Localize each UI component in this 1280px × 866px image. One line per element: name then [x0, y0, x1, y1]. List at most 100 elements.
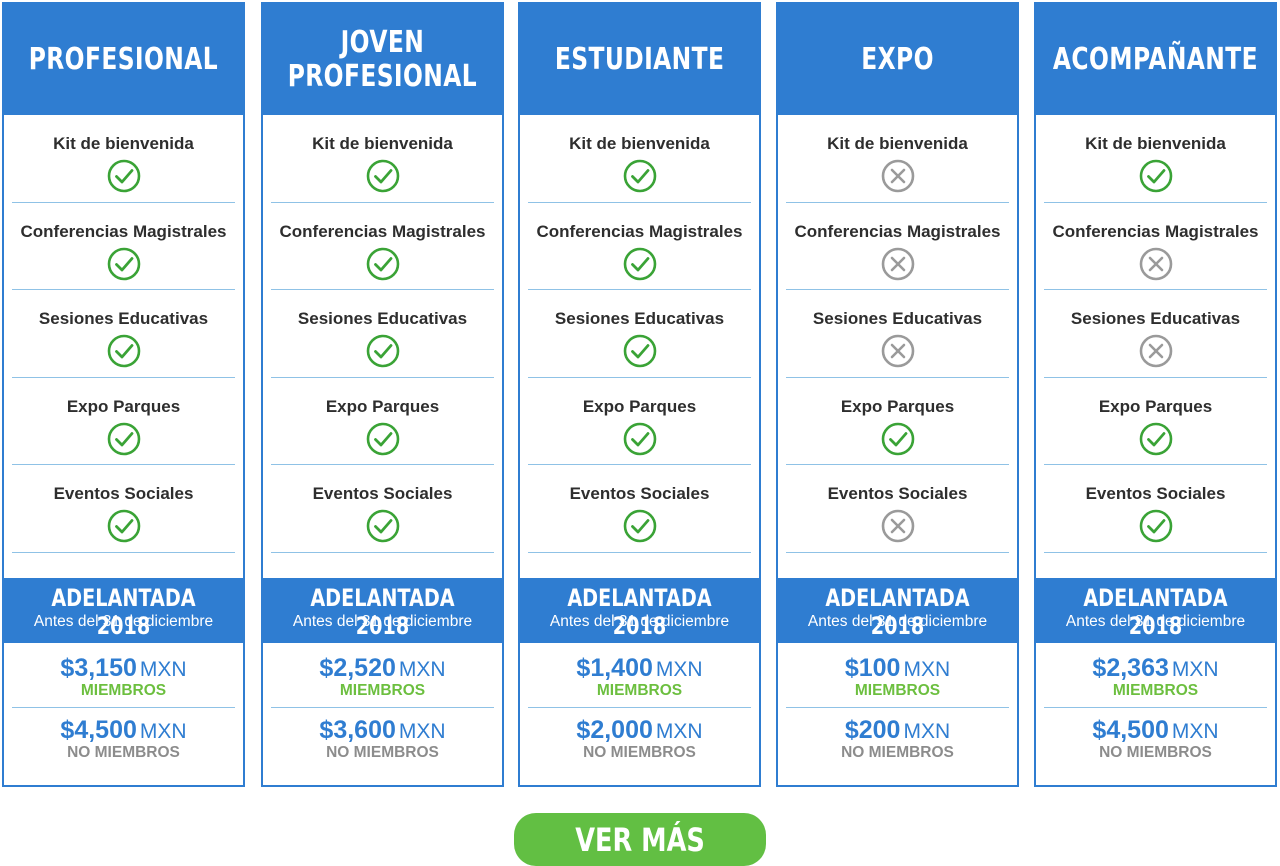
check-circle-icon [623, 247, 657, 281]
feature-row: Conferencias Magistrales [263, 203, 502, 291]
feature-label: Sesiones Educativas [812, 309, 983, 329]
nonmember-price-block: $4,500 MXN NO MIEMBROS [1036, 705, 1275, 767]
currency-label: MXN [1171, 720, 1219, 743]
member-price: $1,400 [576, 654, 653, 682]
check-circle-icon [366, 422, 400, 456]
feature-label: Expo Parques [582, 396, 697, 416]
feature-list: Kit de bienvenida Conferencias Magistrale… [263, 115, 502, 553]
check-circle-icon [623, 159, 657, 193]
member-price: $2,520 [319, 654, 396, 682]
early-bird-band: ADELANTADA 2018 Antes del 31 de diciembre [778, 578, 1017, 643]
plan-title: JOVEN PROFESIONAL [287, 24, 478, 94]
feature-row: Kit de bienvenida [263, 115, 502, 203]
member-label: MIEMBROS [854, 682, 941, 699]
nonmember-label: NO MIEMBROS [841, 744, 954, 761]
feature-label: Sesiones Educativas [554, 309, 725, 329]
feature-label: Kit de bienvenida [53, 134, 194, 153]
check-circle-icon [623, 509, 657, 543]
nonmember-price-block: $4,500 MXN NO MIEMBROS [4, 705, 243, 767]
plan-card: ACOMPAÑANTE Kit de bienvenida Conferencias… [1034, 2, 1277, 787]
band-subtitle: Antes del 31 de diciembre [33, 613, 214, 630]
check-circle-icon [107, 334, 141, 368]
currency-label: MXN [655, 658, 703, 681]
feature-label: Expo Parques [840, 396, 955, 416]
ver-mas-button[interactable]: VER MÁS [514, 813, 766, 866]
early-bird-band: ADELANTADA 2018 Antes del 31 de diciembre [520, 578, 759, 643]
price-list: $3,150 MXN MIEMBROS $4,500 MXN NO MIEMBROS [4, 643, 243, 767]
currency-label: MXN [655, 720, 703, 743]
cross-circle-icon [1139, 334, 1173, 368]
plan-title: PROFESIONAL [28, 41, 219, 77]
member-price: $2,363 [1092, 654, 1169, 682]
currency-label: MXN [398, 720, 446, 743]
feature-row: Conferencias Magistrales [4, 203, 243, 291]
member-label: MIEMBROS [339, 682, 426, 699]
plan-title: EXPO [861, 41, 934, 77]
divider [12, 551, 235, 553]
plan-card: PROFESIONAL Kit de bienvenida Conferencias… [2, 2, 245, 787]
feature-row: Expo Parques [263, 378, 502, 466]
check-circle-icon [107, 159, 141, 193]
nonmember-label: NO MIEMBROS [583, 744, 696, 761]
plan-header: ACOMPAÑANTE [1036, 4, 1275, 115]
nonmember-price-block: $3,600 MXN NO MIEMBROS [263, 705, 502, 767]
member-label: MIEMBROS [596, 682, 683, 699]
feature-label: Kit de bienvenida [569, 134, 710, 153]
feature-row: Sesiones Educativas [520, 290, 759, 378]
feature-label: Eventos Sociales [53, 484, 194, 504]
check-circle-icon [366, 509, 400, 543]
feature-row: Kit de bienvenida [520, 115, 759, 203]
currency-label: MXN [1171, 658, 1219, 681]
check-circle-icon [107, 509, 141, 543]
plan-card: ESTUDIANTE Kit de bienvenida Conferencias … [518, 2, 761, 787]
price-list: $100 MXN MIEMBROS $200 MXN NO MIEMBROS [778, 643, 1017, 767]
member-price-block: $1,400 MXN MIEMBROS [520, 643, 759, 708]
price-list: $2,363 MXN MIEMBROS $4,500 MXN NO MIEMBROS [1036, 643, 1275, 767]
plan-header: ESTUDIANTE [520, 4, 759, 115]
plan-header: JOVEN PROFESIONAL [263, 4, 502, 115]
plan-header: PROFESIONAL [4, 4, 243, 115]
divider [786, 551, 1009, 553]
feature-row: Expo Parques [520, 378, 759, 466]
nonmember-price: $4,500 [1092, 716, 1169, 744]
band-subtitle: Antes del 31 de diciembre [549, 613, 730, 630]
early-bird-band: ADELANTADA 2018 Antes del 31 de diciembre [1036, 578, 1275, 643]
member-label: MIEMBROS [80, 682, 167, 699]
nonmember-price-block: $2,000 MXN NO MIEMBROS [520, 705, 759, 767]
feature-label: Conferencias Magistrales [1052, 221, 1259, 241]
currency-label: MXN [903, 658, 951, 681]
check-circle-icon [366, 159, 400, 193]
divider [1044, 551, 1267, 553]
feature-label: Conferencias Magistrales [279, 221, 486, 241]
member-label: MIEMBROS [1112, 682, 1199, 699]
cross-circle-icon [881, 334, 915, 368]
feature-label: Expo Parques [1098, 396, 1213, 416]
band-title: ADELANTADA 2018 [567, 584, 712, 640]
feature-list: Kit de bienvenida Conferencias Magistrale… [1036, 115, 1275, 553]
feature-row: Expo Parques [1036, 378, 1275, 466]
price-list: $1,400 MXN MIEMBROS $2,000 MXN NO MIEMBROS [520, 643, 759, 767]
band-subtitle: Antes del 31 de diciembre [292, 613, 473, 630]
feature-row: Kit de bienvenida [1036, 115, 1275, 203]
member-price-block: $2,520 MXN MIEMBROS [263, 643, 502, 708]
feature-label: Eventos Sociales [827, 484, 968, 504]
nonmember-price: $2,000 [576, 716, 653, 744]
feature-row: Sesiones Educativas [778, 290, 1017, 378]
check-circle-icon [1139, 159, 1173, 193]
cross-circle-icon [1139, 247, 1173, 281]
feature-label: Eventos Sociales [312, 484, 453, 504]
feature-label: Expo Parques [325, 396, 440, 416]
feature-row: Eventos Sociales [1036, 465, 1275, 553]
feature-row: Eventos Sociales [263, 465, 502, 553]
member-price-block: $3,150 MXN MIEMBROS [4, 643, 243, 708]
cross-circle-icon [881, 509, 915, 543]
nonmember-price-block: $200 MXN NO MIEMBROS [778, 705, 1017, 767]
check-circle-icon [623, 334, 657, 368]
band-title: ADELANTADA 2018 [51, 584, 196, 640]
feature-row: Sesiones Educativas [1036, 290, 1275, 378]
cross-circle-icon [881, 247, 915, 281]
price-list: $2,520 MXN MIEMBROS $3,600 MXN NO MIEMBROS [263, 643, 502, 767]
feature-label: Conferencias Magistrales [536, 221, 743, 241]
feature-label: Eventos Sociales [1085, 484, 1226, 504]
member-price: $100 [844, 654, 901, 682]
